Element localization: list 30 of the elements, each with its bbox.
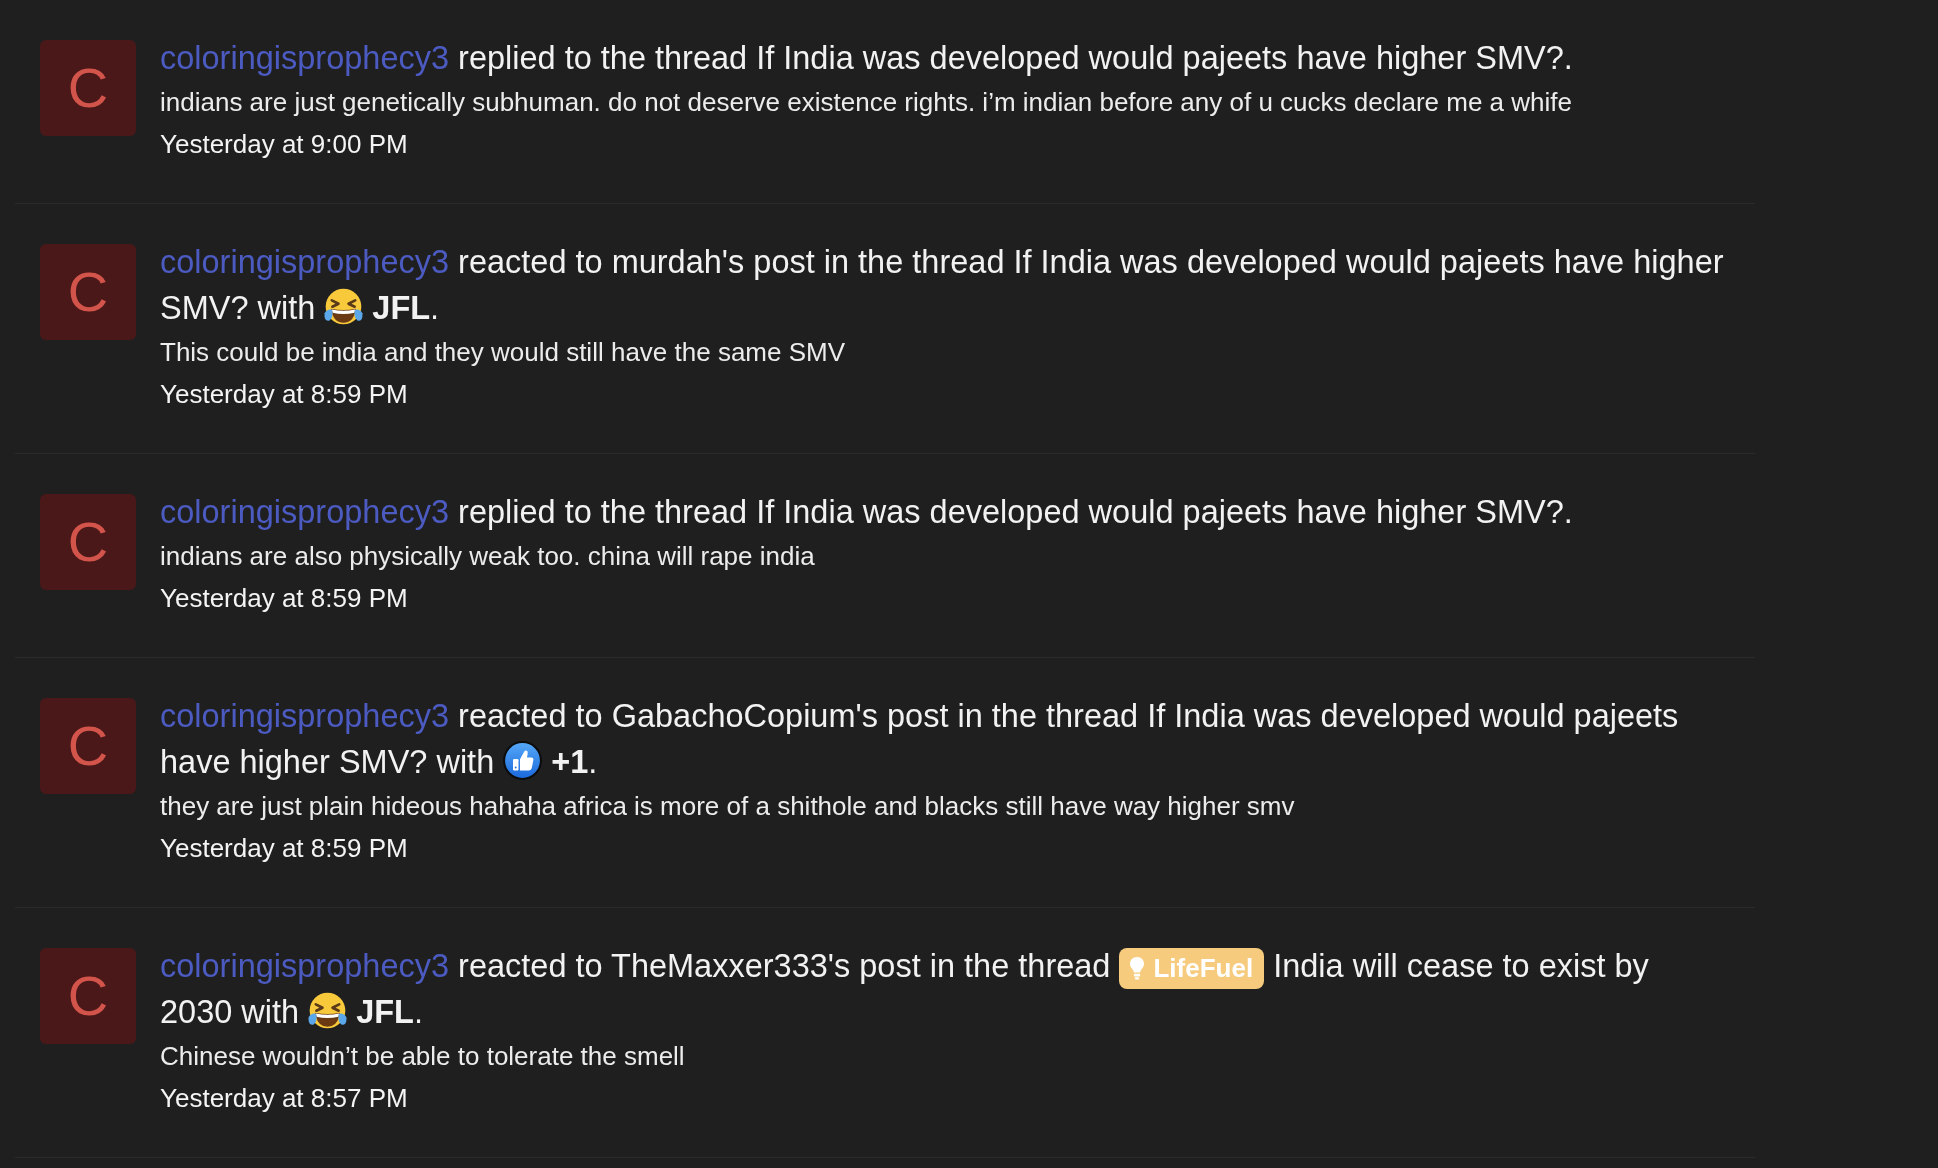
timestamp: Yesterday at 8:59 PM: [160, 582, 409, 615]
timestamp: Yesterday at 8:59 PM: [160, 832, 409, 865]
username-link[interactable]: coloringisprophecy3: [160, 40, 450, 76]
thumbs-up-icon: [503, 741, 543, 780]
post-snippet: they are just plain hideous hahaha africa is more of a shithole and blacks still have way higher smv: [160, 790, 1296, 823]
user-avatar[interactable]: C: [40, 948, 136, 1044]
activity-headline: coloringisprophecy3 replied to the thread If India was developed would pajeets have higher SMV?.: [160, 39, 1574, 78]
timestamp: Yesterday at 8:59 PM: [160, 378, 409, 411]
laughing-tears-emoji-icon: [324, 287, 364, 326]
user-avatar[interactable]: C: [40, 698, 136, 794]
user-avatar[interactable]: C: [40, 40, 136, 136]
post-snippet: indians are just genetically subhuman. do not deserve existence rights. i’m indian before any of u cucks declare me a whife: [160, 86, 1573, 119]
activity-headline: coloringisprophecy3 reacted to TheMaxxer333's post in the thread LifeFuel India will cease to exist by 2030 with JFL.: [160, 947, 1650, 1032]
laughing-tears-emoji-icon: [308, 991, 348, 1030]
light-bulb-icon: [1129, 956, 1146, 980]
activity-headline: coloringisprophecy3 reacted to murdah's post in the thread If India was developed would pajeets have higher SMV? with JFL.: [160, 243, 1725, 328]
post-snippet: indians are also physically weak too. china will rape india: [160, 540, 816, 573]
user-avatar[interactable]: C: [40, 494, 136, 590]
user-avatar[interactable]: C: [40, 244, 136, 340]
username-link[interactable]: coloringisprophecy3: [160, 244, 450, 280]
post-snippet: This could be india and they would still have the same SMV: [160, 336, 847, 369]
post-snippet: Chinese wouldn’t be able to tolerate the smell: [160, 1040, 686, 1073]
username-link[interactable]: coloringisprophecy3: [160, 948, 450, 984]
activity-headline: coloringisprophecy3 reacted to GabachoCopium's post in the thread If India was developed would pajeets have higher SMV? with +1.: [160, 697, 1680, 782]
username-link[interactable]: coloringisprophecy3: [160, 494, 450, 530]
timestamp: Yesterday at 9:00 PM: [160, 128, 409, 161]
activity-headline: coloringisprophecy3 replied to the thread If India was developed would pajeets have higher SMV?.: [160, 493, 1574, 532]
timestamp: Yesterday at 8:57 PM: [160, 1082, 409, 1115]
username-link[interactable]: coloringisprophecy3: [160, 698, 450, 734]
thread-prefix-tag[interactable]: LifeFuel: [1119, 948, 1265, 989]
